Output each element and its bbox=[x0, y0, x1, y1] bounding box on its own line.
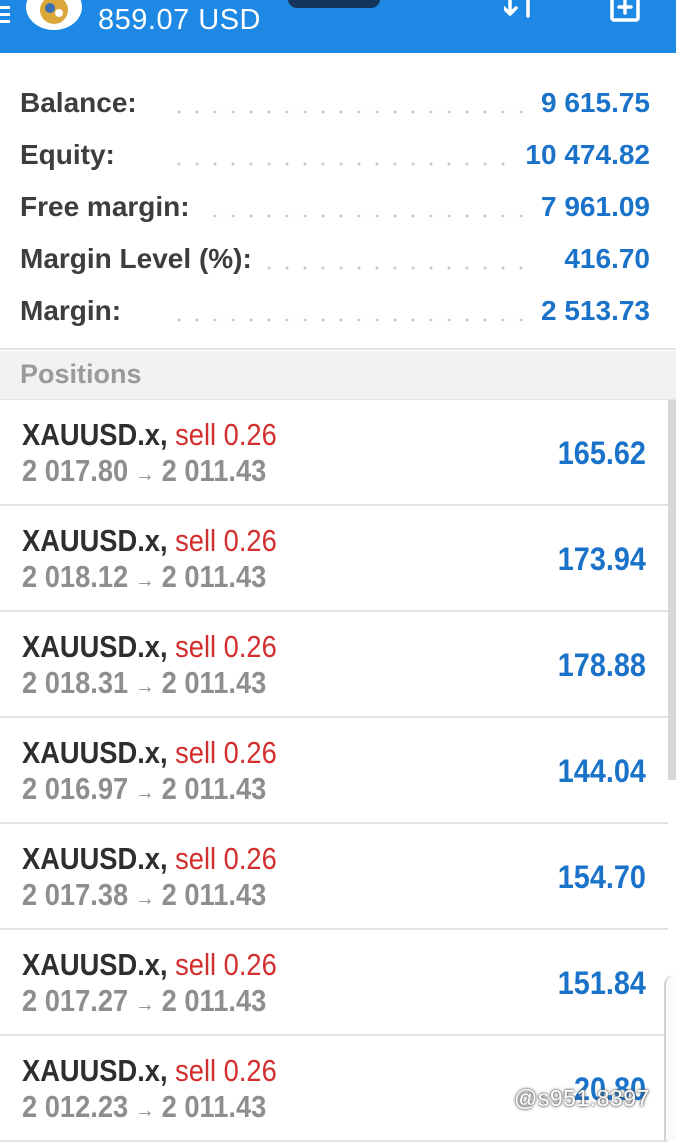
arrow-icon: → bbox=[135, 991, 155, 1016]
position-side: sell 0.26 bbox=[175, 1053, 277, 1088]
position-symbol: XAUUSD.x bbox=[22, 735, 160, 770]
scrollbar[interactable] bbox=[668, 400, 676, 780]
positions-list: XAUUSD.x, sell 0.26 2 017.80 → 2 011.43 16… bbox=[0, 400, 668, 1142]
summary-row-margin: Margin: 2 513.73 bbox=[0, 284, 676, 334]
add-order-icon[interactable] bbox=[606, 0, 646, 26]
position-row[interactable]: XAUUSD.x, sell 0.26 2 017.80 → 2 011.43 16… bbox=[0, 400, 668, 506]
summary-row-free-margin: Free margin: 7 961.09 bbox=[0, 180, 676, 230]
side-panel-edge[interactable] bbox=[664, 975, 676, 1140]
position-symbol: XAUUSD.x bbox=[22, 1053, 160, 1088]
open-price: 2 017.27 bbox=[22, 983, 129, 1018]
summary-row-balance: Balance: 9 615.75 bbox=[0, 76, 676, 126]
summary-row-margin-level: Margin Level (%): 416.70 bbox=[0, 232, 676, 282]
current-price: 2 011.43 bbox=[161, 877, 267, 912]
position-symbol: XAUUSD.x bbox=[22, 629, 160, 664]
position-profit: 178.88 bbox=[557, 647, 646, 683]
open-price: 2 018.31 bbox=[22, 665, 129, 700]
open-price: 2 016.97 bbox=[22, 771, 129, 806]
position-profit: 173.94 bbox=[557, 541, 646, 577]
arrow-icon: → bbox=[135, 885, 155, 910]
summary-label: Equity: bbox=[20, 138, 129, 172]
summary-label: Free margin: bbox=[20, 190, 204, 224]
position-profit: 165.62 bbox=[557, 435, 646, 471]
watermark: @s951.8397 bbox=[514, 1085, 650, 1111]
arrow-icon: → bbox=[135, 673, 155, 698]
summary-value: 10 474.82 bbox=[511, 138, 650, 172]
current-price: 2 011.43 bbox=[161, 453, 267, 488]
open-price: 2 017.38 bbox=[22, 877, 129, 912]
current-price: 2 011.43 bbox=[161, 559, 267, 594]
position-profit: 151.84 bbox=[557, 965, 646, 1001]
account-amount: 859.07 USD bbox=[98, 4, 261, 36]
position-row[interactable]: XAUUSD.x, sell 0.26 2 018.31 → 2 011.43 17… bbox=[0, 612, 668, 718]
summary-label: Margin: bbox=[20, 294, 136, 328]
arrow-icon: → bbox=[135, 1097, 155, 1122]
summary-value: 416.70 bbox=[550, 242, 650, 276]
open-price: 2 017.80 bbox=[22, 453, 129, 488]
summary-label: Balance: bbox=[20, 86, 151, 120]
position-side: sell 0.26 bbox=[175, 841, 277, 876]
summary-label: Margin Level (%): bbox=[20, 242, 266, 276]
dotted-leader bbox=[170, 214, 536, 218]
position-symbol: XAUUSD.x bbox=[22, 947, 160, 982]
current-price: 2 011.43 bbox=[161, 771, 267, 806]
summary-value: 9 615.75 bbox=[527, 86, 650, 120]
arrow-icon: → bbox=[135, 461, 155, 486]
dotted-leader bbox=[170, 162, 536, 166]
current-price: 2 011.43 bbox=[161, 983, 267, 1018]
current-price: 2 011.43 bbox=[161, 665, 267, 700]
current-price: 2 011.43 bbox=[161, 1089, 267, 1124]
top-bar: 859.07 USD bbox=[0, 0, 676, 53]
position-side: sell 0.26 bbox=[175, 523, 277, 558]
summary-value: 2 513.73 bbox=[527, 294, 650, 328]
position-profit: 154.70 bbox=[557, 859, 646, 895]
summary-value: 7 961.09 bbox=[527, 190, 650, 224]
account-summary: Balance: 9 615.75 Equity: 10 474.82 Free… bbox=[0, 54, 676, 349]
sort-icon[interactable] bbox=[502, 0, 544, 22]
position-side: sell 0.26 bbox=[175, 947, 277, 982]
position-symbol: XAUUSD.x bbox=[22, 841, 160, 876]
position-row[interactable]: XAUUSD.x, sell 0.26 2 016.97 → 2 011.43 14… bbox=[0, 718, 668, 824]
position-side: sell 0.26 bbox=[175, 629, 277, 664]
header-tab-indicator bbox=[288, 0, 380, 8]
positions-section-header: Positions bbox=[0, 351, 676, 399]
arrow-icon: → bbox=[135, 779, 155, 804]
dotted-leader bbox=[170, 318, 536, 322]
divider bbox=[0, 348, 676, 350]
position-symbol: XAUUSD.x bbox=[22, 417, 160, 452]
section-title: Positions bbox=[20, 359, 142, 389]
dotted-leader bbox=[170, 110, 536, 114]
position-side: sell 0.26 bbox=[175, 735, 277, 770]
open-price: 2 018.12 bbox=[22, 559, 129, 594]
position-row[interactable]: XAUUSD.x, sell 0.26 2 017.38 → 2 011.43 15… bbox=[0, 824, 668, 930]
summary-row-equity: Equity: 10 474.82 bbox=[0, 128, 676, 178]
open-price: 2 012.23 bbox=[22, 1089, 129, 1124]
position-row[interactable]: XAUUSD.x, sell 0.26 2 018.12 → 2 011.43 17… bbox=[0, 506, 668, 612]
arrow-icon: → bbox=[135, 567, 155, 592]
menu-icon[interactable] bbox=[0, 6, 10, 24]
avatar[interactable] bbox=[26, 0, 82, 30]
position-side: sell 0.26 bbox=[175, 417, 277, 452]
position-profit: 144.04 bbox=[557, 753, 646, 789]
position-row[interactable]: XAUUSD.x, sell 0.26 2 017.27 → 2 011.43 15… bbox=[0, 930, 668, 1036]
position-symbol: XAUUSD.x bbox=[22, 523, 160, 558]
